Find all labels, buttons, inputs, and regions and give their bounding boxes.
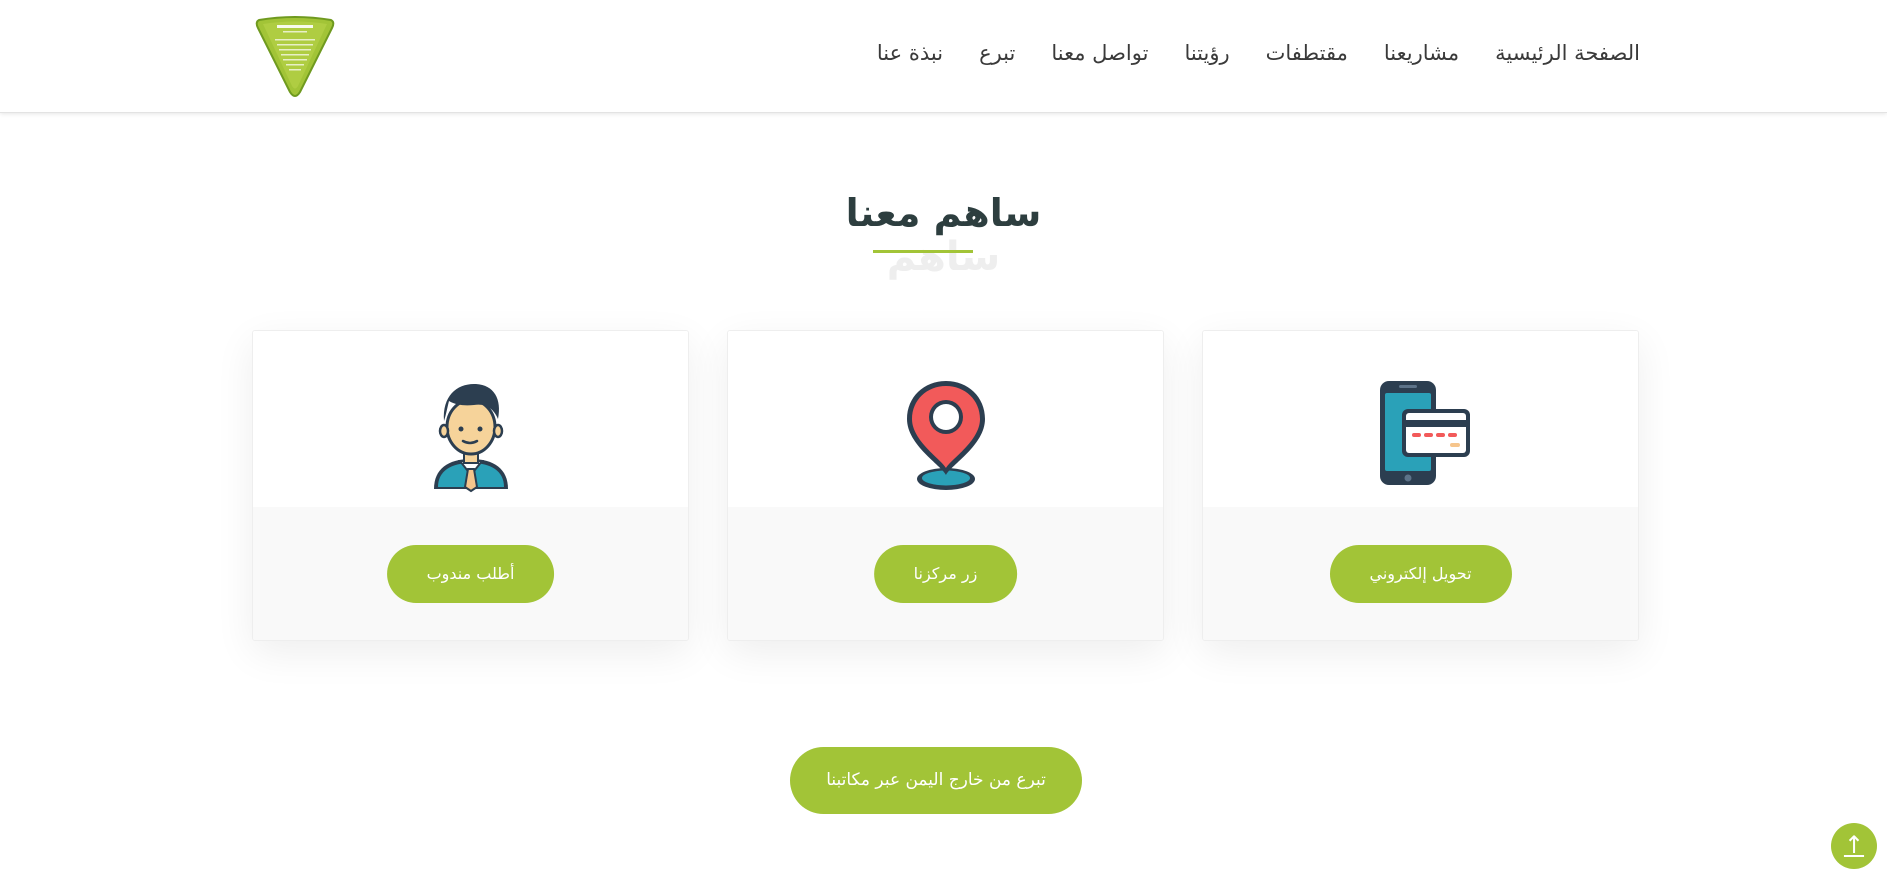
card-top: [1203, 331, 1638, 507]
section-title-underline: [873, 250, 973, 253]
nav-item-contact[interactable]: تواصل معنا: [1051, 38, 1148, 68]
scroll-to-top-button[interactable]: ↑: [1831, 823, 1877, 869]
request-representative-button[interactable]: أطلب مندوب: [386, 545, 555, 603]
visit-center-button[interactable]: زر مركزنا: [873, 545, 1018, 603]
donate-abroad-button[interactable]: تبرع من خارج اليمن عبر مكاتبنا: [790, 747, 1082, 814]
card-top: [253, 331, 688, 507]
section-title-watermark: ساهم: [886, 234, 1001, 280]
nav-item-vision[interactable]: رؤيتنا: [1184, 38, 1229, 68]
nav-link-vision[interactable]: رؤيتنا: [1184, 41, 1229, 65]
section-title: ساهم معنا: [845, 191, 1042, 235]
location-pin-icon: [906, 381, 985, 490]
nav-item-donate[interactable]: تبرع: [979, 38, 1015, 68]
nav-item-projects[interactable]: مشاريعنا: [1384, 38, 1459, 68]
electronic-transfer-button[interactable]: تحويل إلكتروني: [1329, 545, 1512, 603]
nav-link-excerpts[interactable]: مقتطفات: [1266, 41, 1348, 65]
nav-item-excerpts[interactable]: مقتطفات: [1266, 38, 1348, 68]
card-visit-center: زر مركزنا: [727, 330, 1164, 641]
main-nav: الصفحة الرئيسية مشاريعنا مقتطفات رؤيتنا …: [877, 38, 1640, 68]
nav-link-projects[interactable]: مشاريعنا: [1384, 41, 1459, 65]
mobile-payment-icon: [1379, 381, 1470, 485]
nav-link-about[interactable]: نبذة عنا: [877, 41, 943, 65]
site-logo-link[interactable]: [253, 16, 337, 98]
arrow-up-icon: ↑: [1843, 831, 1865, 859]
nav-item-about[interactable]: نبذة عنا: [877, 38, 943, 68]
nav-link-contact[interactable]: تواصل معنا: [1051, 41, 1148, 65]
site-header: الصفحة الرئيسية مشاريعنا مقتطفات رؤيتنا …: [0, 0, 1887, 113]
nav-link-home[interactable]: الصفحة الرئيسية: [1495, 41, 1640, 65]
card-top: [728, 331, 1163, 507]
nav-link-donate[interactable]: تبرع: [979, 41, 1015, 65]
card-request-representative: أطلب مندوب: [252, 330, 689, 641]
card-electronic-transfer: تحويل إلكتروني: [1202, 330, 1639, 641]
representative-person-icon: [433, 383, 508, 493]
triangle-logo-icon: [255, 16, 335, 97]
nav-item-home[interactable]: الصفحة الرئيسية: [1495, 38, 1640, 68]
